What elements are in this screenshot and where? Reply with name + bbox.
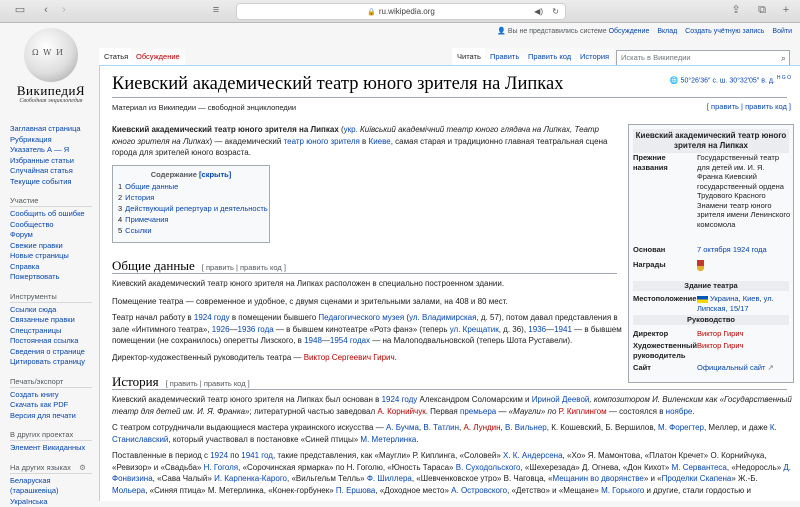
sidebar-item-page-info[interactable]: Сведения о странице [10,347,85,356]
paragraph: Помещение театра — современное и удобное… [112,297,508,306]
toc-item[interactable]: 5 Ссылки [118,225,269,236]
page-edit-links: [ править | править код ] [706,102,791,111]
section-edit-link[interactable]: [ править | править код ] [166,379,250,388]
address-bar[interactable]: 🔒 ru.wikipedia.org ◀) ↻ [236,3,566,20]
infobox-section-leadership: Руководство [633,315,789,325]
toc-hide-link[interactable]: [скрыть] [199,170,231,179]
section-heading-general: Общие данные[ править | править код ] [112,258,286,273]
infobox-section-building: Здание театра [633,281,789,291]
paragraph: Театр начал работу в 1924 году в помещен… [112,313,622,346]
sidebar-heading-languages: На других языках ⚙ [10,463,92,474]
search-input[interactable]: Искать в Википедии ⌕ [616,50,790,66]
sidebar-item-index[interactable]: Указатель А — Я [10,145,69,154]
content-area: Киевский академический театр юного зрите… [99,65,800,501]
section-heading-history: История[ править | править код ] [112,374,250,389]
forward-icon[interactable]: › [56,4,72,17]
search-icon[interactable]: ⌕ [777,51,786,65]
sidebar-item-lang-uk[interactable]: Українська [10,497,48,506]
tabs-icon[interactable]: ⧉ [754,4,770,17]
tab-read[interactable]: Читать [452,48,486,66]
paragraph: Директор-художественный руководитель теа… [112,353,397,362]
sidebar-item-forum[interactable]: Форум [10,230,33,239]
tab-edit-code[interactable]: Править код [523,48,577,65]
toc-item[interactable]: 4 Примечания [118,214,269,225]
create-account-link[interactable]: Создать учётную запись [685,28,764,35]
sidebar-item-what-links-here[interactable]: Ссылки сюда [10,305,56,314]
reader-icon[interactable]: ≡ [208,4,224,17]
page-title: Киевский академический театр юного зрите… [112,74,564,94]
toc-item[interactable]: 3 Действующий репертуар и деятельность [118,203,269,214]
login-link[interactable]: Войти [772,28,792,35]
ukraine-flag-icon [697,295,708,303]
sidebar-item-categories[interactable]: Рубрикация [10,135,52,144]
section-divider [112,389,787,390]
browser-toolbar: ▭ ‹ › ≡ 🔒 ru.wikipedia.org ◀) ↻ ⇪ ⧉ + [0,0,800,23]
order-medal-icon[interactable] [697,260,704,271]
external-link-icon: ↗ [767,363,774,372]
infobox-title: Киевский академический театр юного зрите… [633,129,789,153]
sidebar-item-recent-changes[interactable]: Свежие правки [10,241,63,250]
sidebar-item-create-book[interactable]: Создать книгу [10,390,59,399]
logo-title: ВикипедиЯ [16,83,86,98]
tab-edit[interactable]: Править [485,48,525,65]
lock-icon: 🔒 [367,9,376,16]
sidebar-item-permanent-link[interactable]: Постоянная ссылка [10,336,78,345]
sidebar-item-help[interactable]: Справка [10,262,39,271]
paragraph: Поставленные в период с 1924 по 1941 год… [112,451,791,495]
toc-item[interactable]: 2 История [118,192,269,203]
tab-article[interactable]: Статья [99,48,134,66]
sidebar-item-donate[interactable]: Пожертвовать [10,272,59,281]
paragraph: С театром сотрудничали выдающиеся мастер… [112,423,777,444]
sidebar-item-related-changes[interactable]: Связанные правки [10,315,75,324]
globe-icon [24,28,78,82]
gear-icon[interactable]: ⚙ [79,463,86,472]
sidebar-item-printable[interactable]: Версия для печати [10,411,76,420]
sidebar: Заглавная страница Рубрикация Указатель … [10,124,98,507]
sidebar-heading-print: Печать/экспорт [10,377,92,388]
coordinates[interactable]: 🌐 50°26′36″ с. ш. 30°32′05″ в. д. H G O [670,75,791,84]
sidebar-item-new-pages[interactable]: Новые страницы [10,251,69,260]
audio-icon[interactable]: ◀) [534,4,543,19]
personal-tools: 👤 Вы не представились системе Обсуждение … [497,28,792,35]
sidebar-item-community[interactable]: Сообщество [10,220,54,229]
wikipedia-logo[interactable]: ВикипедиЯ Свободная энциклопедия [8,22,94,108]
contributions-link[interactable]: Вклад [657,28,677,35]
add-tab-icon[interactable]: + [778,4,794,17]
section-edit-link[interactable]: [ править | править код ] [202,263,286,272]
logo-subtitle: Свободная энциклопедия [19,98,83,104]
share-icon[interactable]: ⇪ [728,4,744,17]
sidebar-item-featured[interactable]: Избранные статьи [10,156,74,165]
table-of-contents: Содержание [скрыть] 1 Общие данные 2 Истор… [112,165,270,243]
paragraph: Киевский академический театр юного зрите… [112,395,792,416]
sidebar-item-wikidata[interactable]: Элемент Викиданных [10,443,85,452]
intro-paragraph: Киевский академический театр юного зрите… [112,125,608,158]
globe-icon: 🌐 [669,77,679,85]
sidebar-item-cite[interactable]: Цитировать страницу [10,357,85,366]
toc-item[interactable]: 1 Общие данные [118,181,269,192]
user-icon: 👤 [497,28,506,35]
reload-icon[interactable]: ↻ [552,4,559,19]
back-icon[interactable]: ‹ [38,4,54,17]
sidebar-heading-tools: Инструменты [10,292,92,303]
infobox: Киевский академический театр юного зрите… [628,124,794,383]
sidebar-item-random[interactable]: Случайная статья [10,166,73,175]
sidebar-item-download-pdf[interactable]: Скачать как PDF [10,400,68,409]
tab-talk[interactable]: Обсуждение [131,48,185,65]
site-subtitle: Материал из Википедии — свободной энцикл… [112,103,297,112]
sidebar-item-main-page[interactable]: Заглавная страница [10,124,81,133]
section-divider [112,273,617,274]
talk-link[interactable]: Обсуждение [609,28,650,35]
tab-history[interactable]: История [575,48,615,65]
paragraph: Киевский академический театр юного зрите… [112,279,505,288]
toc-title: Содержание [скрыть] [150,170,232,179]
sidebar-icon[interactable]: ▭ [12,4,28,17]
sidebar-item-lang-be-tarask[interactable]: Беларуская (тарашкевіца) [10,476,96,497]
sidebar-item-current-events[interactable]: Текущие события [10,177,71,186]
sidebar-heading-participation: Участие [10,196,92,207]
sidebar-item-special-pages[interactable]: Спецстраницы [10,326,61,335]
sidebar-item-report-error[interactable]: Сообщить об ошибке [10,209,85,218]
sidebar-heading-other-projects: В других проектах [10,430,92,441]
title-divider [112,97,787,98]
